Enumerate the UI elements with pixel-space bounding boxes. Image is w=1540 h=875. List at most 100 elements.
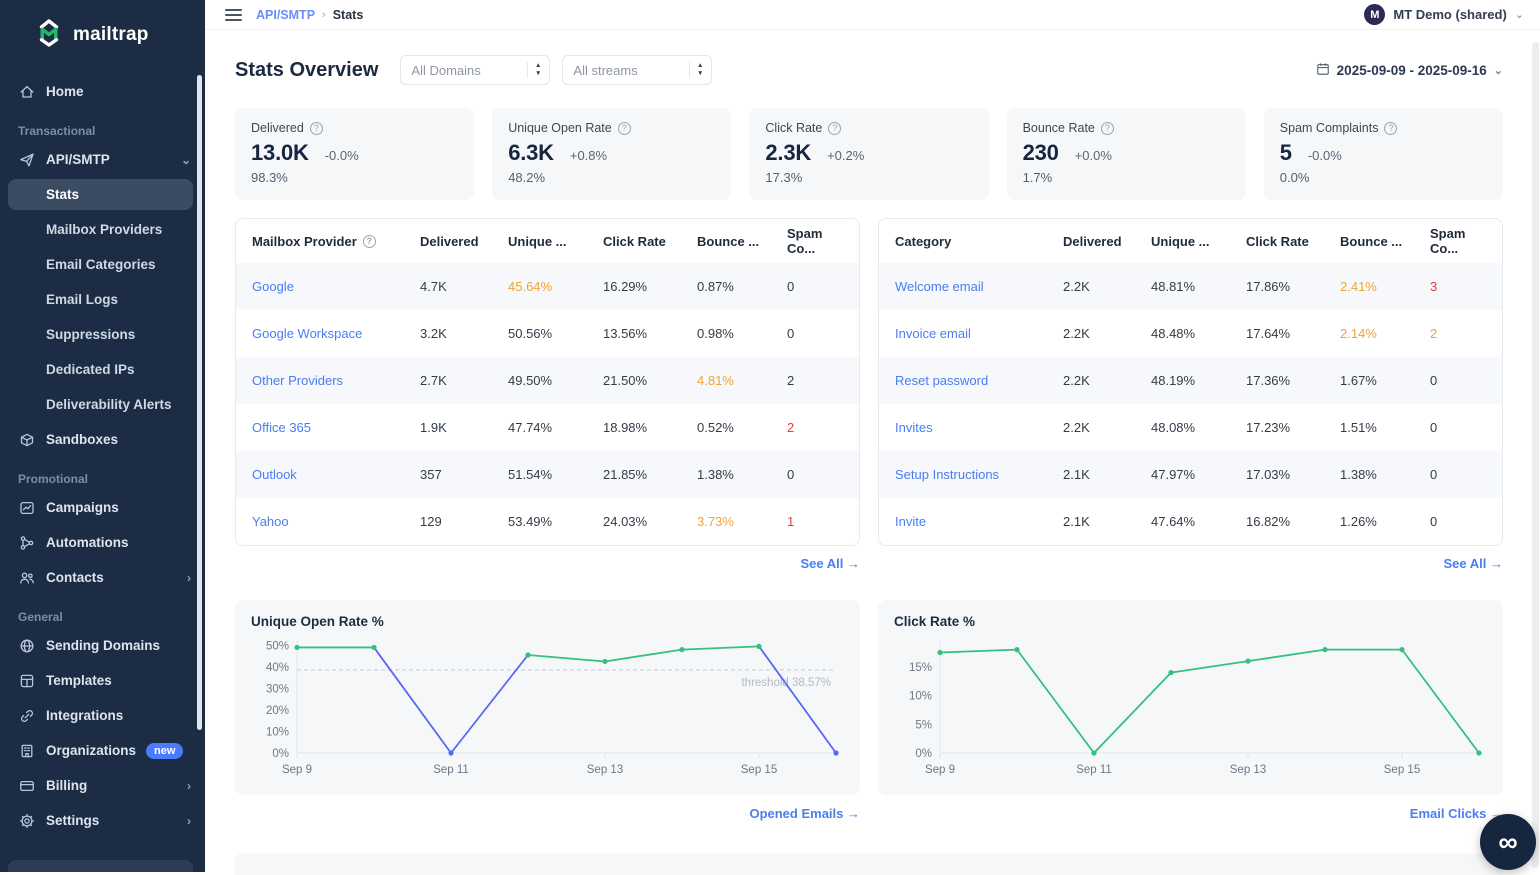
domains-select[interactable]: All Domains ▲▼ [400, 55, 550, 85]
cell: 16.29% [603, 279, 697, 294]
svg-text:50%: 50% [266, 640, 289, 652]
help-icon[interactable]: ? [363, 235, 376, 248]
help-icon[interactable]: ? [1101, 122, 1114, 135]
category-link[interactable]: Reset password [895, 373, 1063, 388]
provider-link[interactable]: Google [252, 279, 420, 294]
credit-card-icon [18, 777, 35, 794]
chevron-down-icon: ⌄ [1515, 8, 1524, 21]
provider-link[interactable]: Outlook [252, 467, 420, 482]
cell: 17.36% [1246, 373, 1340, 388]
sidebar-item-stats[interactable]: Stats [8, 179, 193, 210]
cell: 3.2K [420, 326, 508, 341]
svg-text:Sep 13: Sep 13 [1230, 764, 1266, 776]
column-header: Click Rate [1246, 234, 1340, 249]
account-menu[interactable]: M MT Demo (shared) ⌄ [1364, 4, 1524, 25]
provider-link[interactable]: Google Workspace [252, 326, 420, 341]
sidebar-item-api-smtp[interactable]: API/SMTP ⌄ [0, 142, 205, 177]
stat-card-sub: 0.0% [1280, 170, 1487, 185]
gear-icon [18, 812, 35, 829]
help-icon[interactable]: ? [828, 122, 841, 135]
svg-text:0%: 0% [272, 748, 289, 760]
stat-card-delta: +0.0% [1075, 148, 1112, 163]
breadcrumb-parent[interactable]: API/SMTP [256, 8, 315, 22]
help-icon[interactable]: ? [1384, 122, 1397, 135]
cell: 17.86% [1246, 279, 1340, 294]
chat-widget-button[interactable]: ∞ [1480, 814, 1536, 870]
svg-text:Sep 15: Sep 15 [1384, 764, 1420, 776]
cell: 2.2K [1063, 279, 1151, 294]
cell: 47.64% [1151, 514, 1246, 529]
stat-card-delta: -0.0% [325, 148, 359, 163]
streams-select[interactable]: All streams ▲▼ [562, 55, 712, 85]
cell: 53.49% [508, 514, 603, 529]
sidebar-item-home[interactable]: Home [0, 74, 205, 109]
provider-link[interactable]: Office 365 [252, 420, 420, 435]
see-all-category-link[interactable]: See All → [1444, 556, 1503, 571]
sidebar-item-mailbox-providers[interactable]: Mailbox Providers [0, 212, 205, 247]
svg-text:10%: 10% [266, 726, 289, 738]
sidebar-item-automations[interactable]: Automations [0, 525, 205, 560]
sidebar-item-label: Contacts [46, 570, 104, 585]
category-link[interactable]: Welcome email [895, 279, 1063, 294]
category-link[interactable]: Invoice email [895, 326, 1063, 341]
main-scrollbar[interactable] [1532, 42, 1539, 868]
new-badge: new [146, 743, 183, 759]
cell: 45.64% [508, 279, 603, 294]
provider-link[interactable]: Yahoo [252, 514, 420, 529]
provider-link[interactable]: Other Providers [252, 373, 420, 388]
sidebar-item-integrations[interactable]: Integrations [0, 698, 205, 733]
category-link[interactable]: Setup Instructions [895, 467, 1063, 482]
sidebar-item-sandboxes[interactable]: Sandboxes [0, 422, 205, 457]
sidebar-item-email-logs[interactable]: Email Logs [0, 282, 205, 317]
stat-card-value: 13.0K [251, 140, 309, 166]
sidebar-scrollbar[interactable] [197, 75, 202, 730]
cell: 47.74% [508, 420, 603, 435]
menu-toggle-icon[interactable] [225, 9, 242, 21]
table-row: Invoice email 2.2K 48.48% 17.64% 2.14% 2 [879, 310, 1502, 357]
sidebar-item-contacts[interactable]: Contacts › [0, 560, 205, 595]
breadcrumb-current: Stats [333, 8, 364, 22]
sidebar-item-deliverability-alerts[interactable]: Deliverability Alerts [0, 387, 205, 422]
main-area: API/SMTP › Stats M MT Demo (shared) ⌄ St… [205, 0, 1540, 872]
sidebar-item-settings[interactable]: Settings › [0, 803, 205, 838]
category-link[interactable]: Invite [895, 514, 1063, 529]
svg-text:15%: 15% [909, 662, 932, 674]
mailbox-provider-table: Mailbox Provider? Delivered Unique ... C… [235, 218, 860, 546]
sidebar-item-label: Email Logs [46, 292, 118, 307]
domains-select-value: All Domains [411, 63, 480, 78]
opened-emails-link[interactable]: Opened Emails → [749, 806, 860, 821]
date-range-picker[interactable]: 2025-09-09 - 2025-09-16 ⌄ [1316, 62, 1503, 79]
chart-title: Unique Open Rate % [251, 614, 844, 629]
sidebar-item-suppressions[interactable]: Suppressions [0, 317, 205, 352]
sidebar-item-email-categories[interactable]: Email Categories [0, 247, 205, 282]
help-icon[interactable]: ? [618, 122, 631, 135]
sidebar-item-sending-domains[interactable]: Sending Domains [0, 628, 205, 663]
stat-card-label: Bounce Rate [1023, 121, 1095, 135]
stat-card-value: 2.3K [765, 140, 811, 166]
cell: 49.50% [508, 373, 603, 388]
cell: 1 [787, 514, 843, 529]
stat-card-unique-open-rate: Unique Open Rate? 6.3K+0.8% 48.2% [492, 108, 731, 200]
table-row: Setup Instructions 2.1K 47.97% 17.03% 1.… [879, 451, 1502, 498]
sidebar-item-templates[interactable]: Templates [0, 663, 205, 698]
chart-title: Click Rate % [894, 614, 1487, 629]
cell: 2.2K [1063, 326, 1151, 341]
chevron-down-icon[interactable]: ⌄ [181, 153, 191, 167]
sidebar-item-label: Stats [46, 187, 79, 202]
sidebar-item-organizations[interactable]: Organizations new [0, 733, 205, 768]
sidebar-item-dedicated-ips[interactable]: Dedicated IPs [0, 352, 205, 387]
sidebar-item-campaigns[interactable]: Campaigns [0, 490, 205, 525]
sidebar-item-billing[interactable]: Billing › [0, 768, 205, 803]
stat-card-label: Click Rate [765, 121, 822, 135]
cell: 13.56% [603, 326, 697, 341]
chevron-right-icon: › [187, 571, 191, 585]
topbar: API/SMTP › Stats M MT Demo (shared) ⌄ [205, 0, 1540, 30]
mailtrap-logo[interactable]: mailtrap [0, 0, 205, 64]
see-all-mailbox-link[interactable]: See All → [801, 556, 860, 571]
category-link[interactable]: Invites [895, 420, 1063, 435]
help-icon[interactable]: ? [310, 122, 323, 135]
cell: 0 [787, 326, 843, 341]
column-header: Unique ... [1151, 234, 1246, 249]
cell: 2.1K [1063, 467, 1151, 482]
email-clicks-link[interactable]: Email Clicks → [1410, 806, 1503, 821]
